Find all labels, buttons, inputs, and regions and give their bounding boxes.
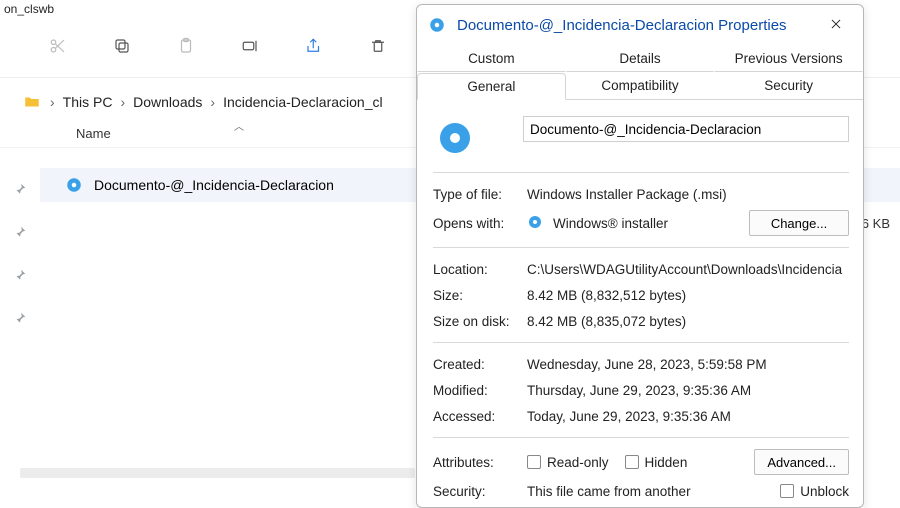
accessed-label: Accessed: [433, 409, 527, 424]
file-name: Documento-@_Incidencia-Declaracion [94, 177, 334, 193]
security-label: Security: [433, 484, 527, 499]
readonly-label: Read-only [547, 455, 609, 470]
modified-label: Modified: [433, 383, 527, 398]
attributes-label: Attributes: [433, 455, 527, 470]
close-icon [829, 17, 843, 34]
unblock-checkbox[interactable]: Unblock [780, 484, 849, 499]
pin-icon[interactable] [13, 268, 27, 287]
location-value: C:\Users\WDAGUtilityAccount\Downloads\In… [527, 262, 849, 277]
tab-security[interactable]: Security [714, 72, 863, 99]
size-on-disk-value: 8.42 MB (8,835,072 bytes) [527, 314, 849, 329]
dialog-tabs: Custom Details Previous Versions General… [417, 45, 863, 100]
checkbox-icon [780, 484, 794, 498]
copy-icon [113, 37, 131, 58]
rename-button[interactable] [232, 30, 268, 66]
tab-general[interactable]: General [417, 73, 566, 100]
crumb-folder[interactable]: Incidencia-Declaracion_cl [223, 94, 383, 110]
delete-button[interactable] [360, 30, 396, 66]
cut-button[interactable] [40, 30, 76, 66]
crumb-this-pc[interactable]: This PC [63, 94, 113, 110]
location-label: Location: [433, 262, 527, 277]
security-value: This file came from another [527, 484, 780, 499]
quick-access-pins [0, 148, 40, 330]
msi-file-icon [433, 116, 477, 160]
scissors-icon [49, 37, 67, 58]
dialog-title: Documento-@_Incidencia-Declaracion Prope… [457, 17, 787, 34]
properties-dialog: Documento-@_Incidencia-Declaracion Prope… [416, 4, 864, 508]
opens-with-label: Opens with: [433, 216, 527, 231]
tab-previous-versions[interactable]: Previous Versions [714, 45, 863, 72]
type-value: Windows Installer Package (.msi) [527, 187, 849, 202]
type-label: Type of file: [433, 187, 527, 202]
unblock-label: Unblock [800, 484, 849, 499]
checkbox-icon [527, 455, 541, 469]
checkbox-icon [625, 455, 639, 469]
share-button[interactable] [296, 30, 332, 66]
rename-icon [241, 37, 259, 58]
pin-icon[interactable] [13, 311, 27, 330]
hidden-checkbox[interactable]: Hidden [625, 455, 688, 470]
crumb-downloads[interactable]: Downloads [133, 94, 202, 110]
opens-with-value: Windows® installer [553, 216, 749, 231]
horizontal-scrollbar[interactable] [20, 468, 415, 478]
size-on-disk-label: Size on disk: [433, 314, 527, 329]
copy-button[interactable] [104, 30, 140, 66]
size-value: 8.42 MB (8,832,512 bytes) [527, 288, 849, 303]
column-name[interactable]: Name [76, 126, 111, 141]
tab-details[interactable]: Details [566, 45, 715, 72]
size-label: Size: [433, 288, 527, 303]
close-button[interactable] [815, 10, 857, 40]
pin-icon[interactable] [13, 225, 27, 244]
accessed-value: Today, June 29, 2023, 9:35:36 AM [527, 409, 849, 424]
advanced-button[interactable]: Advanced... [754, 449, 849, 475]
msi-file-icon [64, 175, 84, 195]
sort-indicator-icon: ︿ [234, 118, 244, 133]
share-icon [305, 37, 323, 58]
folder-icon [22, 92, 42, 112]
readonly-checkbox[interactable]: Read-only [527, 455, 609, 470]
created-label: Created: [433, 357, 527, 372]
hidden-label: Hidden [645, 455, 688, 470]
created-value: Wednesday, June 28, 2023, 5:59:58 PM [527, 357, 849, 372]
window-tab-label: on_clswb [0, 2, 54, 16]
change-button[interactable]: Change... [749, 210, 849, 236]
trash-icon [369, 37, 387, 58]
pin-icon[interactable] [13, 182, 27, 201]
paste-button[interactable] [168, 30, 204, 66]
msi-file-icon [427, 15, 447, 35]
tab-compatibility[interactable]: Compatibility [566, 72, 715, 99]
tab-custom[interactable]: Custom [417, 45, 566, 72]
installer-icon [527, 214, 545, 232]
file-name-input[interactable] [523, 116, 849, 142]
clipboard-icon [177, 37, 195, 58]
modified-value: Thursday, June 29, 2023, 9:35:36 AM [527, 383, 849, 398]
